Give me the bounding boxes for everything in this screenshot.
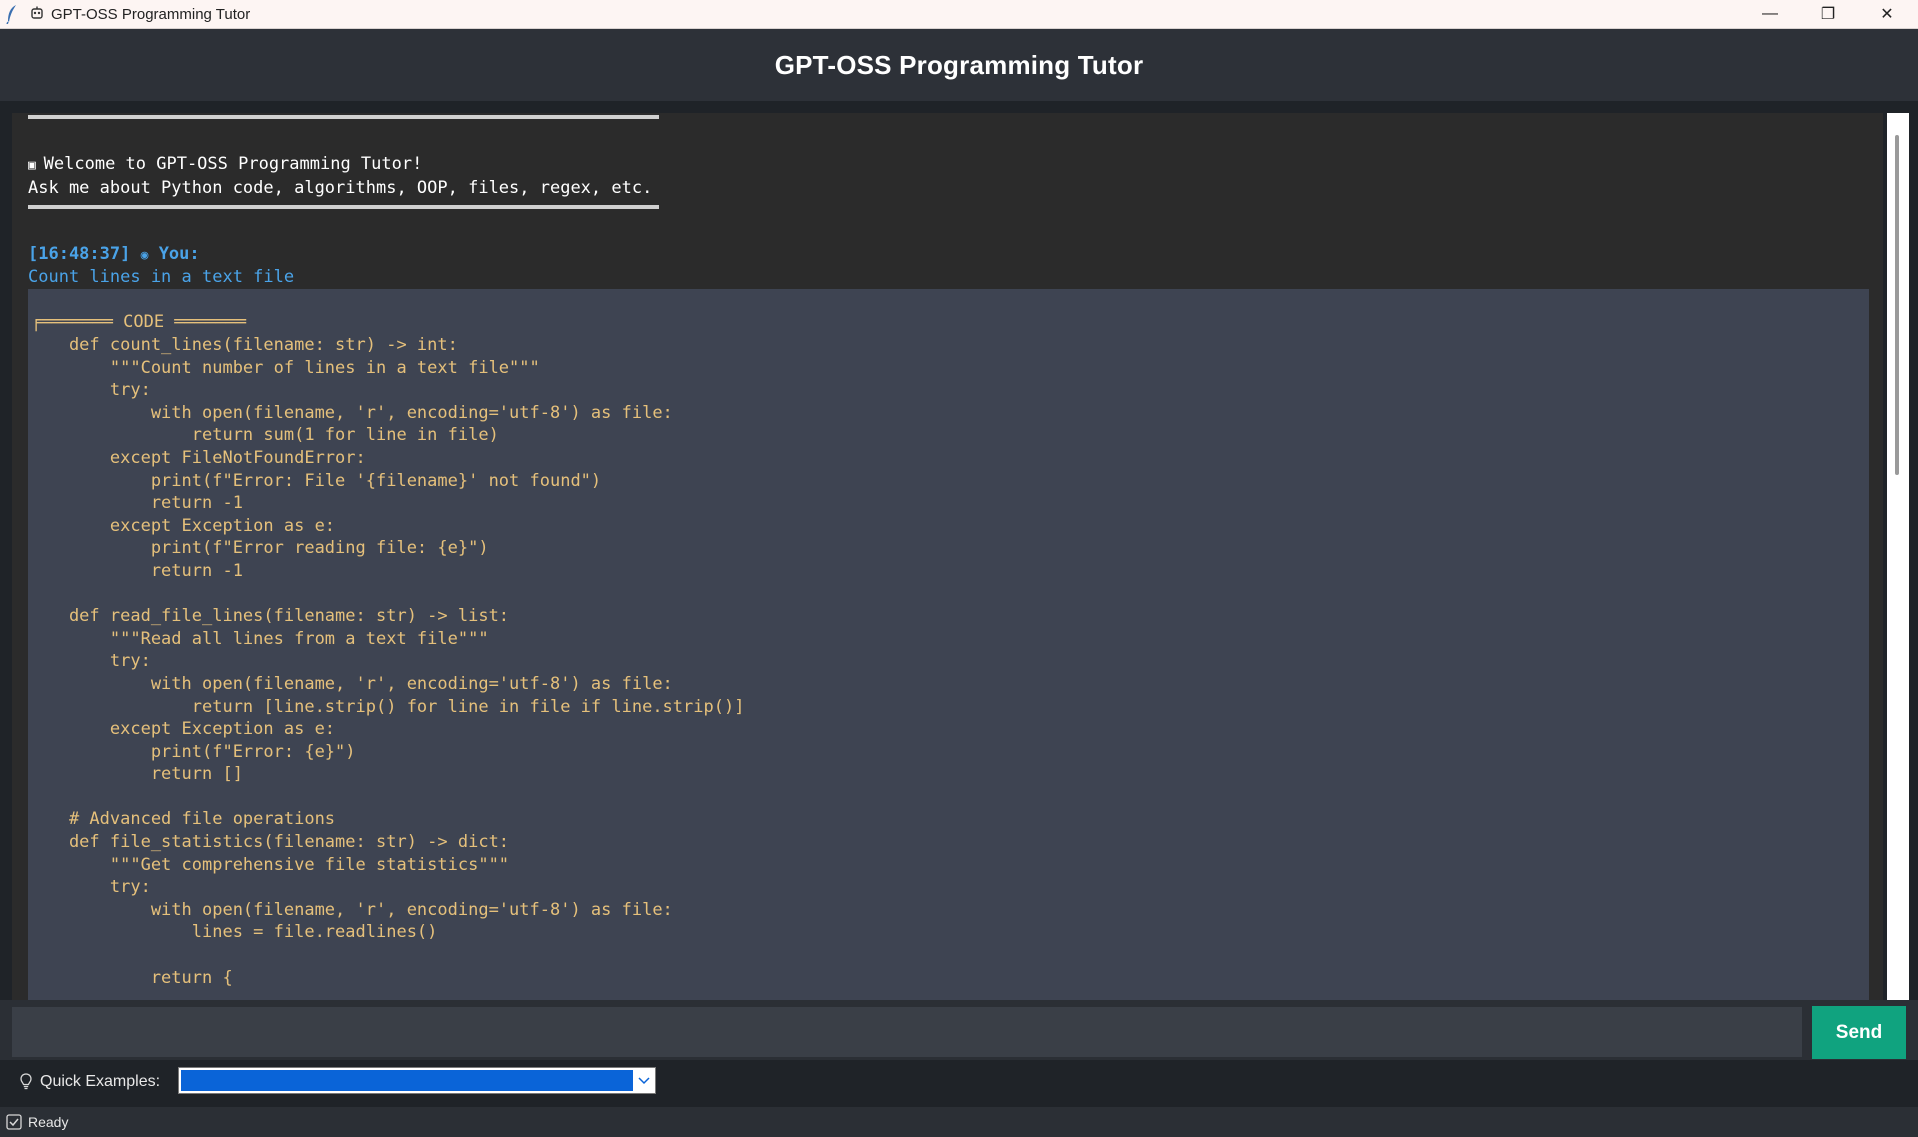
code-line: except Exception as e: [28,719,336,740]
code-block: ╒═══════ CODE ═══════ def count_lines(fi… [28,289,1869,1000]
code-line: return -1 [28,493,243,514]
code-line: with open(filename, 'r', encoding='utf-8… [28,899,673,920]
code-line: return [line.strip() for line in file if… [28,696,745,717]
message-input[interactable] [12,1007,1802,1057]
message-timestamp: [16:48:37] [28,244,131,264]
window-title: GPT-OSS Programming Tutor [51,5,251,23]
code-block-header: ╒═══════ CODE ═══════ [31,312,246,332]
code-line: return sum(1 for line in file) [28,425,499,446]
chevron-down-icon[interactable] [635,1070,653,1091]
code-line: def count_lines(filename: str) -> int: [28,335,458,355]
dropdown-selected-value[interactable] [181,1070,633,1091]
code-line: # Advanced file operations [28,809,336,830]
code-line: return -1 [28,560,243,581]
code-line: """Get comprehensive file statistics""" [28,854,510,875]
code-line: print(f"Error reading file: {e}") [28,538,489,559]
code-line: except Exception as e: [28,515,336,536]
code-line: """Count number of lines in a text file"… [28,357,540,378]
code-line: lines = file.readlines() [28,922,438,943]
user-icon: ◉ [140,248,149,263]
code-line: return [] [28,764,243,785]
status-text: Ready [28,1114,69,1130]
chat-transcript[interactable]: ▣ Welcome to GPT-OSS Programming Tutor! … [12,113,1883,1000]
separator-rule [28,115,659,119]
quick-examples-text: Quick Examples: [40,1073,161,1090]
user-message-header: [16:48:37] ◉ You: [28,243,200,267]
quick-examples-label: Quick Examples: [20,1070,160,1094]
speaker-label: You: [158,244,200,264]
code-line: except FileNotFoundError: [28,447,366,468]
send-button[interactable]: Send [1812,1006,1906,1059]
code-lines: def count_lines(filename: str) -> int: "… [28,334,745,989]
chat-scrollbar[interactable] [1887,113,1909,1000]
checkbox-icon [6,1114,22,1130]
close-button[interactable]: ✕ [1858,0,1916,28]
status-bar: Ready [0,1107,1918,1137]
welcome-line-2: Ask me about Python code, algorithms, OO… [28,178,653,198]
code-line: try: [28,651,151,672]
code-line: try: [28,380,151,401]
code-line: try: [28,877,151,898]
page-title: GPT-OSS Programming Tutor [774,49,1144,80]
code-line: print(f"Error: File '{filename}' not fou… [28,470,602,491]
code-line: print(f"Error: {e}") [28,741,356,762]
code-line: def read_file_lines(filename: str) -> li… [28,606,510,627]
welcome-line-1: Welcome to GPT-OSS Programming Tutor! [43,154,423,174]
maximize-button[interactable]: ❐ [1799,0,1857,28]
scrollbar-thumb[interactable] [1895,135,1899,475]
quick-examples-dropdown[interactable] [178,1067,656,1094]
code-line: """Read all lines from a text file""" [28,628,489,649]
robot-icon [30,6,44,23]
lightbulb-icon [20,1073,32,1091]
separator-rule [28,205,659,209]
code-line: def file_statistics(filename: str) -> di… [28,832,510,853]
code-line: with open(filename, 'r', encoding='utf-8… [28,402,673,423]
minimize-button[interactable]: — [1741,0,1799,28]
welcome-message: ▣ Welcome to GPT-OSS Programming Tutor! … [28,153,652,200]
robot-icon: ▣ [28,158,44,173]
feather-icon [6,4,20,24]
window-titlebar: GPT-OSS Programming Tutor — ❐ ✕ [0,0,1918,29]
user-message-text: Count lines in a text file [28,267,295,287]
code-line: return { [28,967,233,988]
app-header: GPT-OSS Programming Tutor [0,29,1918,101]
code-line: with open(filename, 'r', encoding='utf-8… [28,673,673,694]
